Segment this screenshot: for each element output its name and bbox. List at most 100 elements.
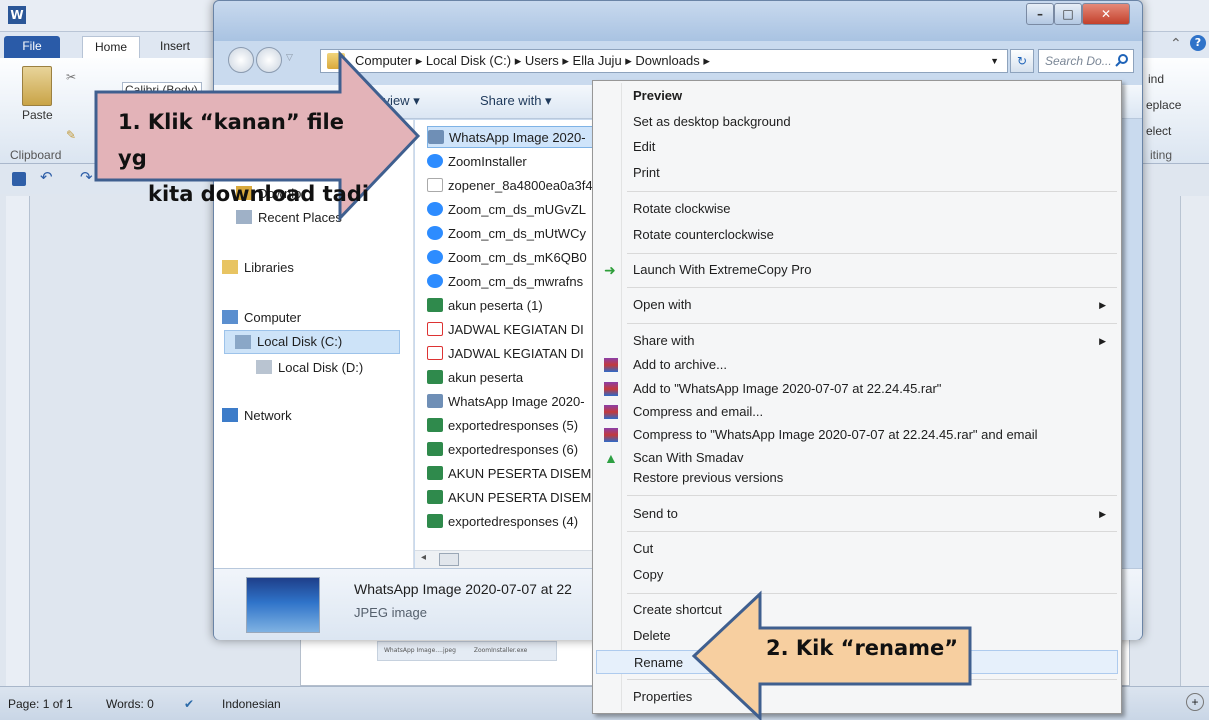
minimize-ribbon-icon[interactable]: ⌃ [1170, 36, 1182, 52]
proofing-icon[interactable]: ✔ [184, 697, 194, 711]
menu-separator [627, 495, 1117, 496]
file-row[interactable]: WhatsApp Image 2020- [427, 391, 585, 413]
excel-icon [427, 370, 443, 384]
menu-item-compress-and-email[interactable]: Compress and email... [596, 400, 1118, 424]
scroll-thumb[interactable] [439, 553, 459, 566]
word-logo-icon: W [8, 6, 26, 24]
excel-icon [427, 442, 443, 456]
menu-separator [627, 287, 1117, 288]
maximize-button[interactable]: □ [1054, 3, 1082, 25]
editing-group-label: iting [1150, 148, 1173, 162]
language-indicator[interactable]: Indonesian [222, 697, 281, 711]
download-item: WhatsApp Image....jpeg [384, 647, 456, 654]
file-row[interactable]: JADWAL KEGIATAN DI [427, 343, 584, 365]
submenu-arrow-icon: ▶ [1099, 336, 1106, 346]
menu-item-open-with[interactable]: Open with ▶ [596, 293, 1118, 317]
find-button[interactable]: ind [1148, 72, 1164, 86]
zoom-in-icon[interactable]: + [1186, 693, 1204, 711]
menu-item-add-to-archive[interactable]: Add to archive... [596, 353, 1118, 377]
menu-item-set-desktop-background[interactable]: Set as desktop background [596, 110, 1118, 134]
menu-item-share-with[interactable]: Share with ▶ [596, 329, 1118, 353]
file-row[interactable]: AKUN PESERTA DISEM [427, 487, 591, 509]
nav-local-disk-d[interactable]: Local Disk (D:) [256, 360, 363, 375]
submenu-arrow-icon: ▶ [1099, 300, 1106, 310]
file-row[interactable]: akun peserta (1) [427, 295, 543, 317]
zoom-icon [427, 250, 443, 264]
menu-item-cut[interactable]: Cut [596, 537, 1118, 561]
address-dropdown-icon[interactable]: ▼ [990, 50, 999, 72]
annotation-step1-line1: 1. Klik “kanan” file yg [118, 110, 344, 170]
vertical-ruler [6, 196, 30, 686]
details-file-type: JPEG image [354, 605, 427, 620]
winrar-icon [604, 382, 618, 396]
close-button[interactable]: ✕ [1082, 3, 1130, 25]
menu-item-rotate-clockwise[interactable]: Rotate clockwise [596, 197, 1118, 221]
word-count[interactable]: Words: 0 [106, 697, 154, 711]
file-row[interactable]: akun peserta [427, 367, 523, 389]
nav-libraries[interactable]: Libraries [222, 260, 294, 275]
menu-separator [627, 253, 1117, 254]
excel-icon [427, 490, 443, 504]
menu-item-compress-to-rar-email[interactable]: Compress to "WhatsApp Image 2020-07-07 a… [596, 423, 1118, 447]
search-icon[interactable] [1115, 53, 1129, 67]
pdf-icon [427, 322, 443, 336]
breadcrumb-users[interactable]: Users [525, 53, 559, 68]
extremecopy-icon: ➜ [604, 262, 616, 278]
page-count[interactable]: Page: 1 of 1 [8, 697, 73, 711]
help-icon[interactable]: ? [1190, 35, 1206, 51]
menu-separator [627, 531, 1117, 532]
annotation-step2: 2. Kik “rename” [766, 636, 959, 660]
breadcrumb-downloads[interactable]: Downloads [635, 53, 699, 68]
nav-network[interactable]: Network [222, 408, 292, 423]
breadcrumb-user[interactable]: Ella Juju [573, 53, 622, 68]
scroll-left-icon[interactable]: ◂ [421, 552, 426, 563]
menu-item-rotate-counterclockwise[interactable]: Rotate counterclockwise [596, 223, 1118, 247]
details-file-name: WhatsApp Image 2020-07-07 at 22 [354, 581, 572, 597]
annotation-step1: 1. Klik “kanan” file yg kita download ta… [118, 104, 378, 212]
computer-icon [222, 310, 238, 324]
download-bar-preview: WhatsApp Image....jpeg ZoomInstaller.exe [377, 641, 557, 661]
file-row[interactable]: exportedresponses (5) [427, 415, 578, 437]
file-row[interactable]: Zoom_cm_ds_mwrafns [427, 271, 583, 293]
menu-item-launch-extremecopy[interactable]: ➜ Launch With ExtremeCopy Pro [596, 258, 1118, 282]
menu-item-restore-previous-versions[interactable]: Restore previous versions [596, 466, 1118, 490]
excel-icon [427, 298, 443, 312]
smadav-icon: ▲ [604, 450, 618, 466]
network-icon [222, 408, 238, 422]
image-thumbnail [246, 577, 320, 633]
file-row[interactable]: exportedresponses (6) [427, 439, 578, 461]
image-icon [427, 394, 443, 408]
vertical-scrollbar[interactable] [1180, 196, 1209, 686]
explorer-title-bar: – □ ✕ [214, 1, 1142, 41]
file-row[interactable]: JADWAL KEGIATAN DI [427, 319, 584, 341]
drive-icon [235, 335, 251, 349]
file-row[interactable]: Zoom_cm_ds_mK6QB0 [427, 247, 587, 269]
menu-item-preview[interactable]: Preview [596, 84, 1118, 108]
refresh-icon[interactable]: ↻ [1010, 49, 1034, 73]
file-row[interactable]: AKUN PESERTA DISEM [427, 463, 591, 485]
download-item: ZoomInstaller.exe [473, 647, 528, 654]
annotation-step1-line2: kita download tadi [148, 182, 370, 206]
menu-item-print[interactable]: Print [596, 161, 1118, 185]
excel-icon [427, 418, 443, 432]
replace-button[interactable]: eplace [1146, 98, 1181, 112]
zoom-icon [427, 274, 443, 288]
menu-separator [627, 191, 1117, 192]
search-input[interactable]: Search Do... [1038, 49, 1134, 73]
menu-separator [627, 323, 1117, 324]
menu-item-edit[interactable]: Edit [596, 135, 1118, 159]
search-placeholder: Search Do... [1045, 54, 1112, 68]
winrar-icon [604, 428, 618, 442]
share-with-menu[interactable]: Share with ▾ [480, 93, 552, 109]
nav-local-disk-c[interactable]: Local Disk (C:) [224, 330, 400, 354]
submenu-arrow-icon: ▶ [1099, 509, 1106, 519]
excel-icon [427, 514, 443, 528]
winrar-icon [604, 405, 618, 419]
menu-item-send-to[interactable]: Send to ▶ [596, 502, 1118, 526]
minimize-button[interactable]: – [1026, 3, 1054, 25]
file-row[interactable]: exportedresponses (4) [427, 511, 578, 533]
menu-item-copy[interactable]: Copy [596, 563, 1118, 587]
menu-item-add-to-rar[interactable]: Add to "WhatsApp Image 2020-07-07 at 22.… [596, 377, 1118, 401]
select-button[interactable]: elect [1146, 124, 1171, 138]
nav-computer[interactable]: Computer [222, 310, 301, 325]
